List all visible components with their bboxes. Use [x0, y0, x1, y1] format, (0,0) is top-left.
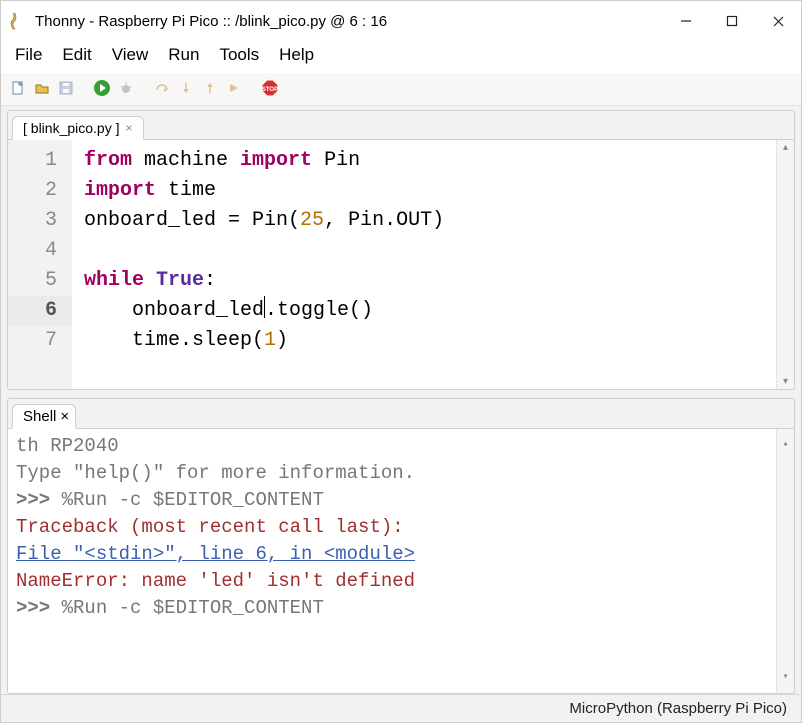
resume-icon[interactable] — [223, 77, 245, 99]
menu-run[interactable]: Run — [158, 43, 209, 67]
line-gutter: 1234567 — [8, 140, 72, 389]
maximize-button[interactable] — [709, 1, 755, 41]
svg-text:STOP: STOP — [262, 87, 278, 93]
app-icon — [9, 12, 27, 30]
step-out-icon[interactable] — [199, 77, 221, 99]
menu-tools[interactable]: Tools — [209, 43, 269, 67]
toolbar: STOP — [1, 73, 801, 106]
tab-blink-pico[interactable]: [ blink_pico.py ] × — [12, 116, 144, 140]
step-into-icon[interactable] — [175, 77, 197, 99]
save-file-icon[interactable] — [55, 77, 77, 99]
workspace: [ blink_pico.py ] × 1234567 from machine… — [1, 106, 801, 694]
menu-view[interactable]: View — [102, 43, 159, 67]
menu-help[interactable]: Help — [269, 43, 324, 67]
window-controls — [663, 1, 801, 41]
shell-output[interactable]: th RP2040Type "help()" for more informat… — [8, 429, 794, 693]
editor-scrollbar[interactable]: ▴▾ — [776, 140, 794, 389]
code-area[interactable]: 1234567 from machine import Pinimport ti… — [8, 140, 794, 389]
menubar: FileEditViewRunToolsHelp — [1, 41, 801, 73]
code-text[interactable]: from machine import Pinimport timeonboar… — [72, 140, 794, 389]
menu-edit[interactable]: Edit — [52, 43, 101, 67]
stop-icon[interactable]: STOP — [259, 77, 281, 99]
run-icon[interactable] — [91, 77, 113, 99]
shell-panel: Shell × th RP2040Type "help()" for more … — [7, 398, 795, 694]
open-file-icon[interactable] — [31, 77, 53, 99]
titlebar: Thonny - Raspberry Pi Pico :: /blink_pic… — [1, 1, 801, 41]
menu-file[interactable]: File — [5, 43, 52, 67]
close-button[interactable] — [755, 1, 801, 41]
shell-tab-label: Shell — [23, 408, 56, 425]
new-file-icon[interactable] — [7, 77, 29, 99]
editor-tabs: [ blink_pico.py ] × — [8, 111, 794, 140]
shell-tabs: Shell × — [8, 399, 794, 429]
shell-scrollbar[interactable]: ▴▾ — [776, 429, 794, 693]
statusbar: MicroPython (Raspberry Pi Pico) — [1, 694, 801, 722]
tab-label: [ blink_pico.py ] — [23, 120, 120, 136]
shell-tab[interactable]: Shell × — [12, 404, 76, 429]
minimize-button[interactable] — [663, 1, 709, 41]
close-icon[interactable]: × — [124, 121, 135, 135]
interpreter-status[interactable]: MicroPython (Raspberry Pi Pico) — [569, 700, 787, 717]
debug-icon[interactable] — [115, 77, 137, 99]
step-over-icon[interactable] — [151, 77, 173, 99]
close-icon[interactable]: × — [60, 408, 69, 425]
editor-panel: [ blink_pico.py ] × 1234567 from machine… — [7, 110, 795, 390]
window-title: Thonny - Raspberry Pi Pico :: /blink_pic… — [35, 13, 663, 30]
